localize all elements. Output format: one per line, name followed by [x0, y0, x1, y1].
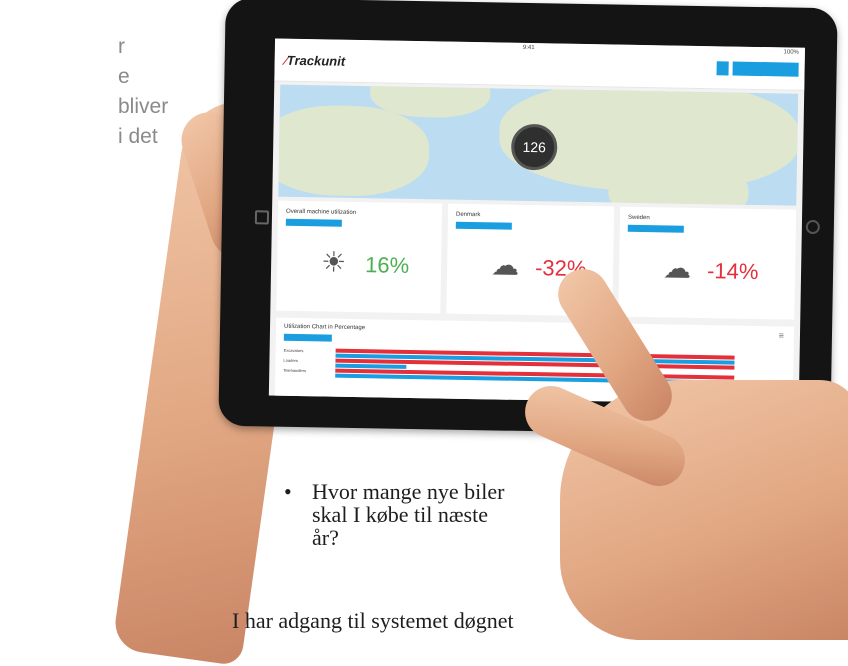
card-filter-button[interactable] [627, 224, 684, 233]
logo-text: Trackunit [286, 52, 346, 69]
card-filter-button[interactable] [455, 221, 512, 230]
bullet-text: Hvor mange nye biler skal I købe til næs… [312, 479, 505, 550]
trackunit-logo[interactable]: ⁄Trackunit [285, 53, 346, 69]
card-value: -14% [706, 258, 759, 285]
storm-cloud-icon: ☁ [662, 252, 692, 284]
bottom-text-line: I har adgang til systemet døgnet [232, 608, 514, 633]
chart-title: Utilization Chart in Percentage [283, 323, 366, 332]
card-title: Denmark [455, 211, 481, 219]
card-value: 16% [364, 252, 410, 278]
chart-category-label: Telehandlers [283, 367, 307, 374]
tablet: 9:41 100% ⁄Trackunit 126 Overall machine… [218, 0, 838, 437]
chart-category-label: Loaders [283, 357, 298, 364]
camera-icon [805, 219, 820, 235]
chart-category-label: Excavators [283, 347, 304, 354]
card-title: Sweden [627, 214, 650, 222]
chart-filter-button[interactable] [283, 333, 332, 342]
status-time: 9:41 [522, 44, 535, 52]
card-filter-button[interactable] [285, 218, 342, 227]
sun-icon: ☀ [320, 246, 347, 278]
kpi-card[interactable]: Sweden ☁ -14% [618, 206, 797, 320]
bullet-dot: • [284, 479, 292, 504]
map-landmass [278, 104, 430, 198]
tablet-screen: 9:41 100% ⁄Trackunit 126 Overall machine… [268, 38, 805, 405]
hamburger-menu-icon[interactable]: ≡ [779, 330, 784, 340]
bg-text-line: bliver [118, 95, 169, 118]
app-header: 9:41 100% ⁄Trackunit [274, 38, 805, 91]
storm-cloud-icon: ☁ [490, 249, 520, 281]
bg-text-line: r [118, 35, 125, 58]
bg-text-line: i det [118, 125, 158, 148]
world-map[interactable]: 126 [278, 84, 799, 206]
bg-text-line: e [118, 65, 130, 88]
header-menu-button[interactable] [732, 61, 799, 77]
status-battery: 100% [783, 49, 799, 56]
card-title: Overall machine utilization [286, 208, 357, 216]
kpi-card[interactable]: Overall machine utilization ☀ 16% [276, 200, 443, 314]
header-icon-button[interactable] [716, 61, 729, 76]
home-button[interactable] [254, 210, 270, 225]
